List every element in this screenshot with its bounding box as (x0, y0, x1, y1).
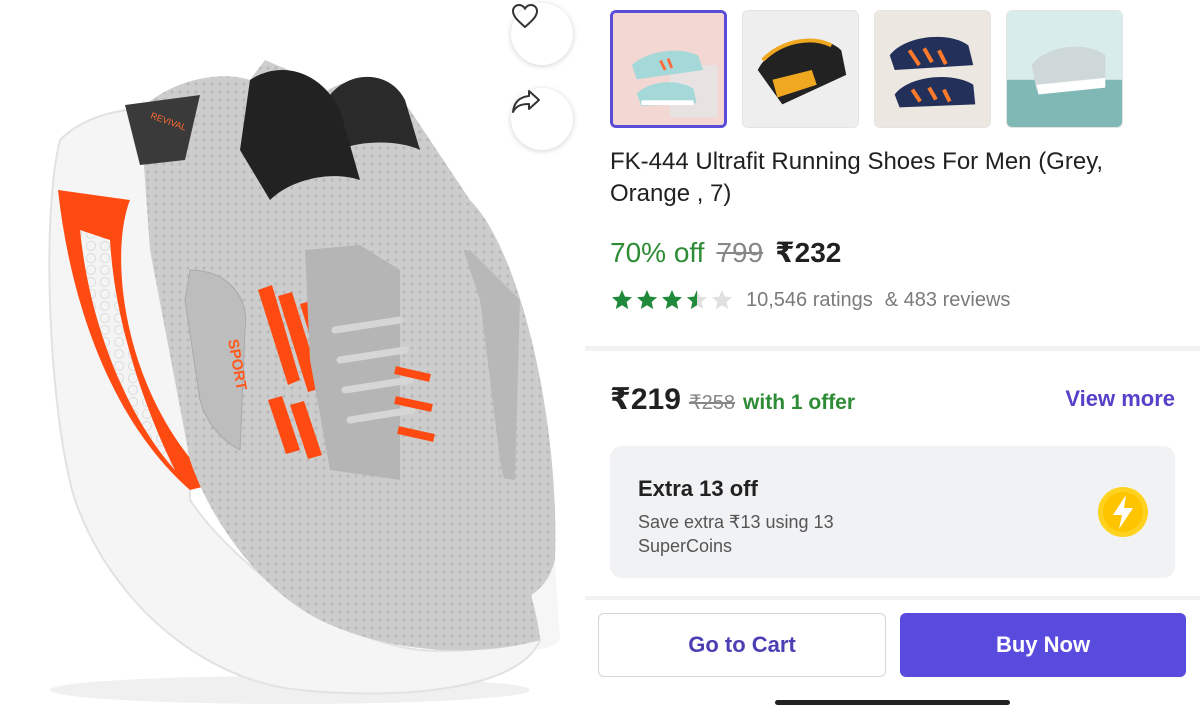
product-title: FK-444 Ultrafit Running Shoes For Men (G… (610, 148, 1104, 207)
star-filled-icon (612, 290, 632, 309)
thumbnail-image (613, 13, 724, 125)
section-divider (585, 596, 1200, 600)
buy-now-button[interactable]: Buy Now (900, 613, 1186, 677)
star-filled-icon (637, 290, 657, 309)
thumbnail-image (743, 11, 858, 127)
offer-original-price: ₹258 (688, 392, 736, 414)
thumbnail-1[interactable] (610, 10, 727, 128)
go-to-cart-button[interactable]: Go to Cart (598, 613, 886, 677)
supercoins-description: Save extra ₹13 using 13 SuperCoins (638, 512, 834, 556)
share-button[interactable] (511, 88, 573, 150)
front-shoe: REVIVAL SPORT (48, 60, 542, 695)
heart-icon (511, 3, 539, 29)
thumbnail-strip (610, 10, 1123, 128)
supercoins-card[interactable]: Extra 13 off Save extra ₹13 using 13 Sup… (610, 446, 1175, 578)
view-more-link[interactable]: View more (1065, 386, 1175, 412)
shoe-illustration: REVIVAL SPORT (48, 60, 560, 704)
home-indicator[interactable] (775, 700, 1010, 705)
thumbnail-image (875, 11, 990, 127)
selling-price: ₹232 (775, 237, 842, 268)
offer-label: with 1 offer (743, 391, 856, 414)
share-icon (512, 90, 540, 113)
thumbnail-2[interactable] (742, 10, 859, 128)
thumbnail-4[interactable] (1006, 10, 1123, 128)
lightning-coin-icon (1098, 487, 1148, 537)
original-price: 799 (716, 237, 764, 268)
rating-row[interactable]: 10,546 ratings & 483 reviews (610, 288, 1010, 312)
product-image[interactable]: REVIVAL SPORT (0, 0, 585, 715)
offer-price-row: ₹219 ₹258 with 1 offer (610, 382, 855, 417)
ratings-count: 10,546 ratings (746, 288, 873, 311)
star-rating (610, 288, 734, 312)
wishlist-button[interactable] (511, 3, 573, 65)
price-row: 70% off 799 ₹232 (610, 236, 841, 269)
product-details-panel: FK-444 Ultrafit Running Shoes For Men (G… (585, 0, 1200, 715)
section-divider (585, 346, 1200, 351)
discount-percent: 70% off (610, 237, 705, 268)
reviews-count: & 483 reviews (884, 288, 1011, 311)
star-half-icon (687, 290, 707, 309)
supercoins-title: Extra 13 off (638, 476, 758, 501)
thumbnail-3[interactable] (874, 10, 991, 128)
offer-price: ₹219 (610, 383, 681, 416)
thumbnail-image (1007, 11, 1122, 127)
star-filled-icon (662, 290, 682, 309)
star-empty-icon (712, 290, 732, 309)
